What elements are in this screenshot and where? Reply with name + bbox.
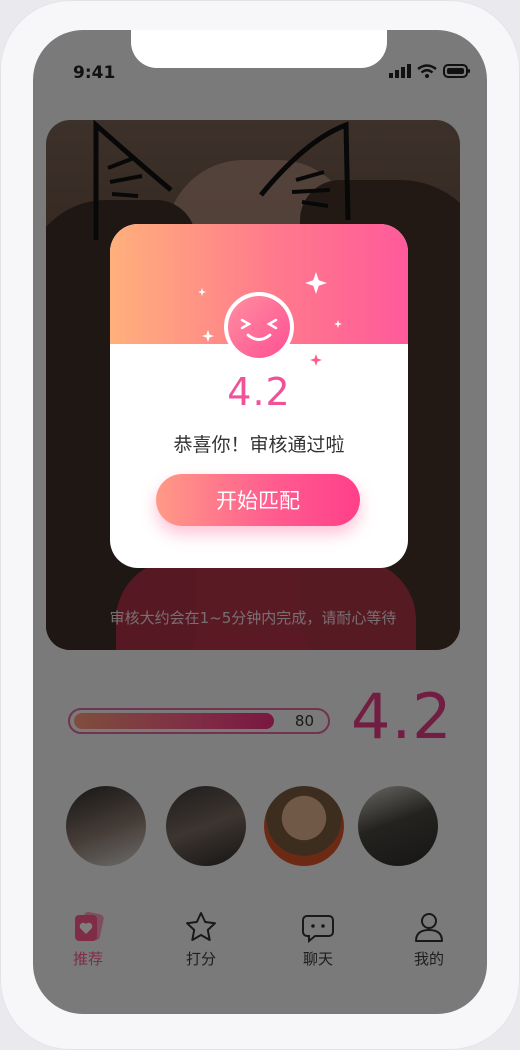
sparkle-icon xyxy=(305,272,327,294)
phone-screen: 9:41 4.2 恭喜你！审核通过啦 开始匹配 xyxy=(33,30,487,1014)
sparkle-icon xyxy=(202,330,214,342)
approval-dialog: 4.2 恭喜你！审核通过啦 开始匹配 xyxy=(110,224,408,568)
battery-icon xyxy=(443,64,470,78)
sparkle-icon xyxy=(334,320,342,328)
dialog-message: 恭喜你！审核通过啦 xyxy=(173,434,345,456)
wifi-icon xyxy=(417,64,437,78)
sparkle-icon xyxy=(198,288,206,296)
start-matching-button[interactable]: 开始匹配 xyxy=(156,474,360,526)
dialog-score: 4.2 xyxy=(227,370,291,414)
signal-icon xyxy=(389,64,411,78)
notch xyxy=(131,30,387,68)
status-time: 9:41 xyxy=(73,63,116,83)
status-icons xyxy=(389,63,471,79)
happy-face-icon xyxy=(224,292,294,362)
phone-frame: 9:41 4.2 恭喜你！审核通过啦 开始匹配 xyxy=(0,0,520,1050)
sparkle-icon xyxy=(310,354,322,366)
